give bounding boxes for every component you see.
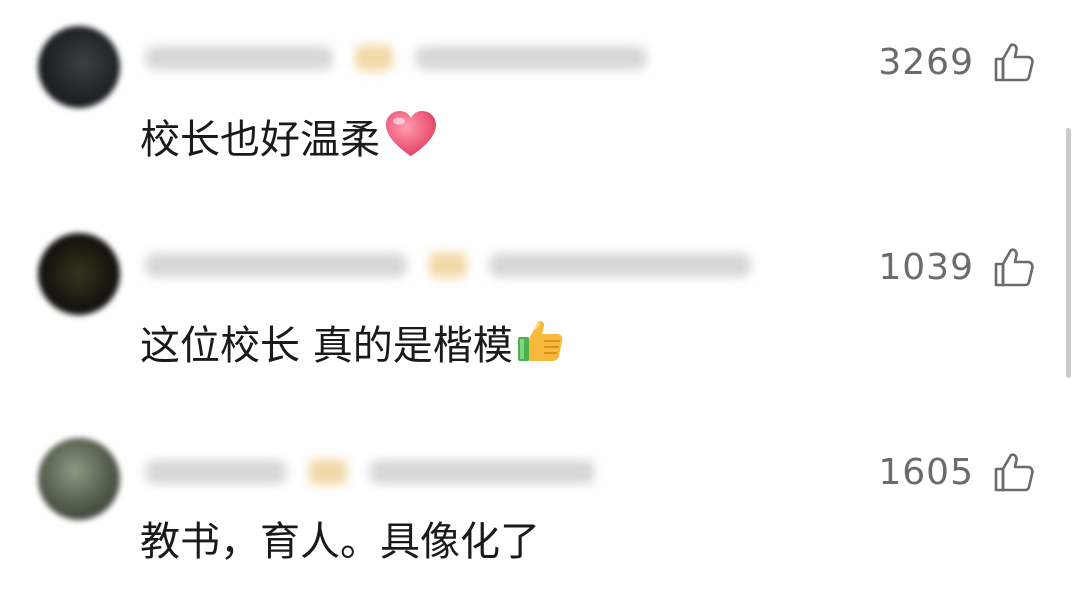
comment-meta bbox=[145, 38, 647, 78]
comment-text: 这位校长 真的是楷模 bbox=[140, 315, 565, 376]
like-area[interactable]: 3269 bbox=[878, 38, 1036, 86]
like-count: 1039 bbox=[878, 246, 974, 288]
vip-badge-blurred bbox=[429, 252, 467, 278]
heart-emoji-icon bbox=[382, 108, 440, 171]
meta-info-blurred bbox=[369, 460, 595, 484]
comment-text-content: 这位校长 真的是楷模 bbox=[140, 322, 513, 369]
username-blurred[interactable] bbox=[145, 46, 333, 70]
vip-badge-blurred bbox=[355, 45, 393, 71]
like-count: 3269 bbox=[878, 41, 974, 83]
thumbs-up-icon[interactable] bbox=[992, 40, 1036, 84]
like-area[interactable]: 1605 bbox=[878, 448, 1036, 496]
comment-item-3: 教书，育人。具像化了 1605 bbox=[0, 410, 1080, 610]
vip-badge-blurred bbox=[309, 459, 347, 485]
avatar[interactable] bbox=[38, 26, 120, 108]
meta-info-blurred bbox=[415, 46, 647, 70]
comment-text: 教书，育人。具像化了 bbox=[140, 518, 540, 566]
comment-meta bbox=[145, 245, 751, 285]
comment-text: 校长也好温柔 bbox=[140, 108, 440, 171]
comment-item-1: 校长也好温柔 3269 bbox=[0, 0, 1080, 200]
comment-text-content: 校长也好温柔 bbox=[140, 116, 380, 163]
like-area[interactable]: 1039 bbox=[878, 243, 1036, 291]
thumbs-up-icon[interactable] bbox=[992, 245, 1036, 289]
meta-info-blurred bbox=[489, 253, 751, 277]
like-count: 1605 bbox=[878, 451, 974, 493]
comment-text-content: 教书，育人。具像化了 bbox=[140, 519, 540, 565]
thumbs-up-emoji-icon bbox=[515, 315, 565, 376]
comment-item-2: 这位校长 真的是楷模 1039 bbox=[0, 205, 1080, 405]
scrollbar[interactable] bbox=[1066, 128, 1071, 378]
username-blurred[interactable] bbox=[145, 253, 407, 277]
thumbs-up-icon[interactable] bbox=[992, 450, 1036, 494]
avatar[interactable] bbox=[38, 233, 120, 315]
comment-meta bbox=[145, 452, 595, 492]
comment-list: 校长也好温柔 3269 这位校长 真的是楷模 1039 教书，育人。具像化了 1… bbox=[0, 0, 1080, 613]
username-blurred[interactable] bbox=[145, 460, 287, 484]
bottom-fade bbox=[0, 583, 1080, 613]
avatar[interactable] bbox=[38, 438, 120, 520]
